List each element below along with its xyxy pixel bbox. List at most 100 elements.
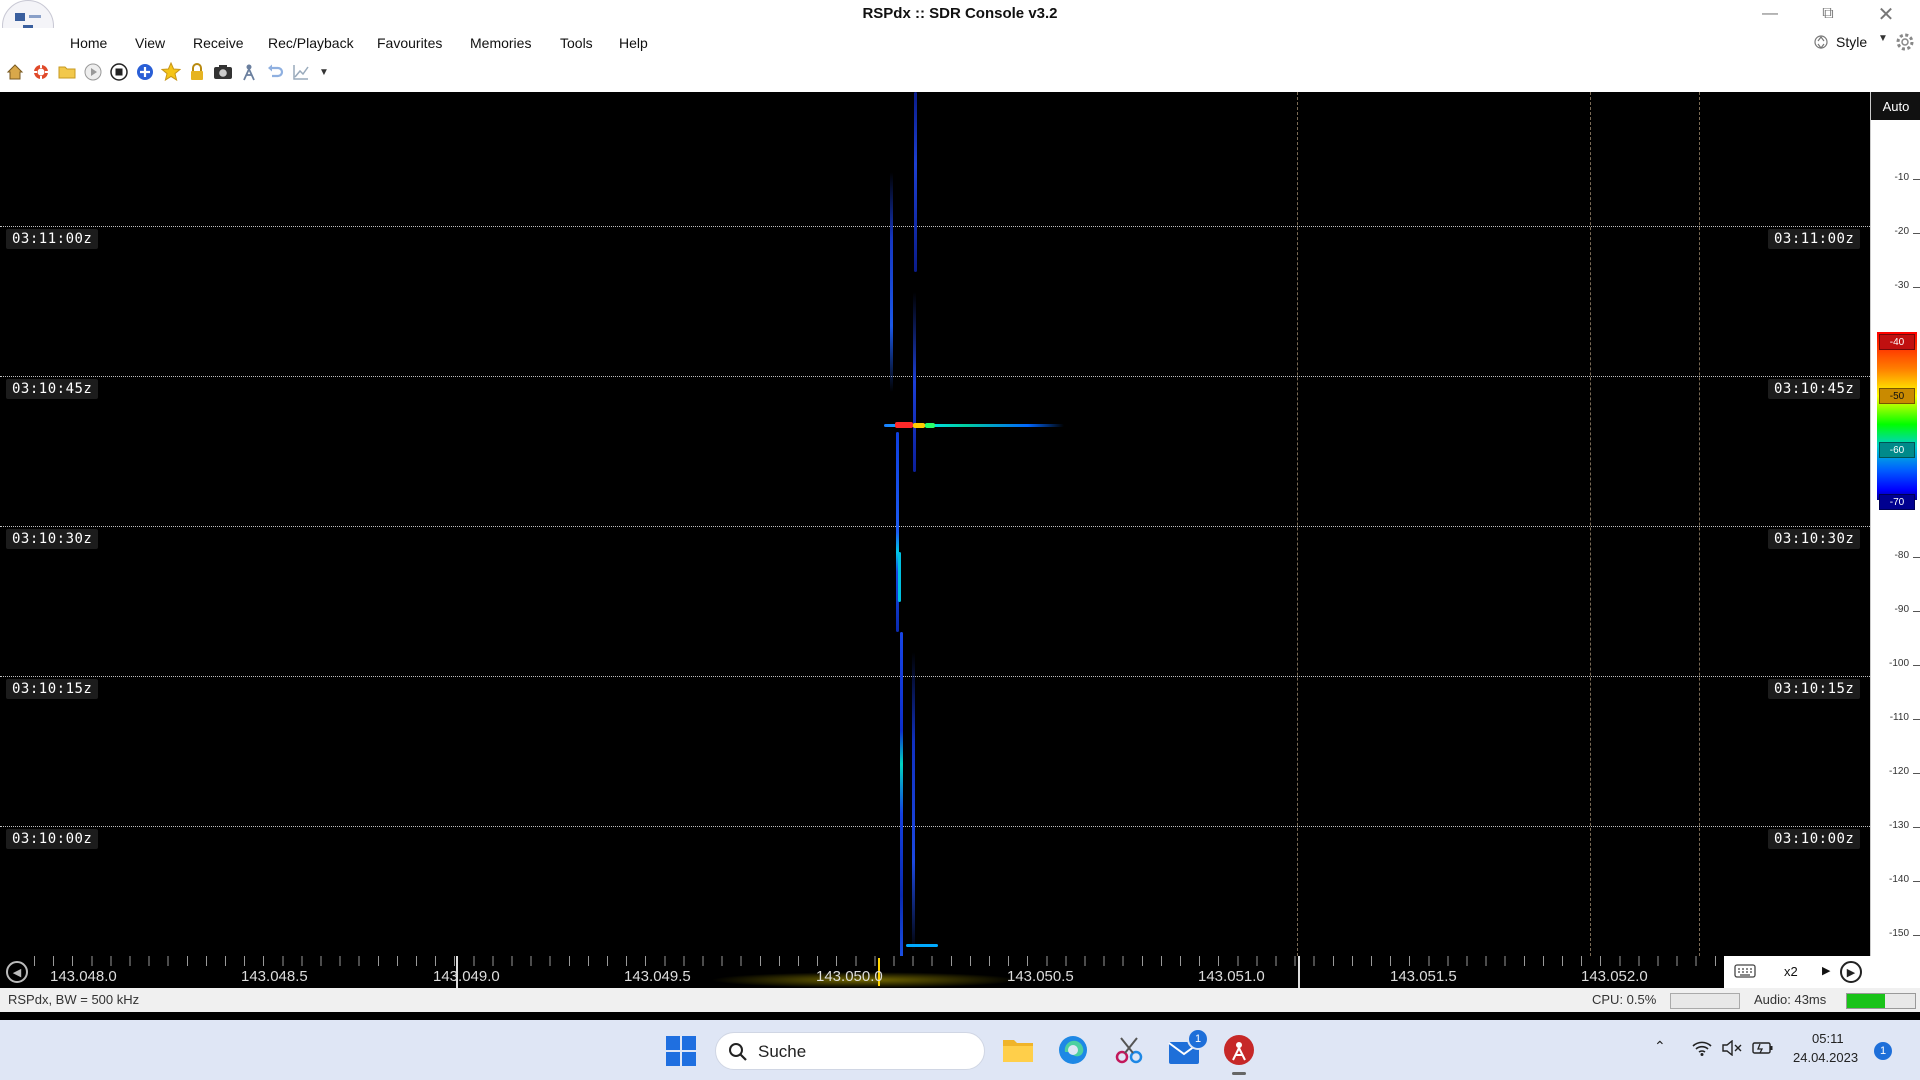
wifi-icon[interactable] [1692, 1040, 1712, 1061]
signal-peak [913, 423, 925, 428]
timestamp-label-right: 03:10:00z [1768, 829, 1861, 849]
timestamp-label-left: 03:11:00z [6, 229, 99, 249]
menu-view[interactable]: View [135, 35, 165, 51]
frequency-label: 143.049.0 [433, 968, 500, 985]
menu-receive[interactable]: Receive [193, 35, 244, 51]
frequency-axis[interactable]: ◀ 143.048.0 143.048.5 143.049.0 143.049.… [0, 956, 1920, 988]
lifebuoy-icon[interactable] [31, 62, 51, 82]
color-scale-bar[interactable] [1877, 332, 1917, 500]
signal-trace [913, 292, 916, 472]
antenna-icon[interactable] [239, 62, 259, 82]
undo-icon[interactable] [265, 62, 285, 82]
db-tick-label: -30 [1894, 280, 1909, 291]
db-tick-label: -10 [1894, 172, 1909, 183]
edge-browser-icon[interactable] [1057, 1034, 1089, 1071]
auto-scale-button[interactable]: Auto [1871, 92, 1920, 120]
db-tick [1913, 665, 1920, 666]
gear-icon[interactable] [1894, 31, 1916, 53]
band-edge-marker [1298, 956, 1300, 988]
chart-icon[interactable] [291, 62, 311, 82]
signal-trace [900, 632, 903, 956]
db-scale: Auto -40 -50 -60 -70 -10 -20 -30 -80 -90… [1870, 92, 1920, 956]
favourite-star-icon[interactable] [161, 62, 181, 82]
chevron-up-icon[interactable]: ⌃ [1654, 1038, 1666, 1055]
menu-rec-playback[interactable]: Rec/Playback [268, 35, 354, 51]
frequency-gridline [1297, 92, 1298, 956]
signal-trace [914, 92, 917, 272]
clock-date[interactable]: 24.04.2023 [1793, 1050, 1858, 1065]
db-tick [1913, 881, 1920, 882]
db-tick [1913, 719, 1920, 720]
signal-trace [896, 432, 899, 632]
menu-tools[interactable]: Tools [560, 35, 593, 51]
signal-trace [890, 172, 893, 392]
db-tick [1913, 773, 1920, 774]
home-icon[interactable] [5, 62, 25, 82]
scroll-updown-icon[interactable] [1814, 32, 1828, 52]
signal-burst [906, 944, 938, 947]
frequency-label: 143.050.5 [1007, 968, 1074, 985]
mail-icon[interactable]: 1 [1168, 1028, 1209, 1071]
signal-trace [912, 652, 915, 952]
frequency-label: 143.052.0 [1581, 968, 1648, 985]
db-tick-label: -20 [1894, 226, 1909, 237]
frequency-label: 143.050.0 [816, 968, 883, 985]
signal-peak [895, 422, 913, 428]
windows-start-icon[interactable] [666, 1036, 696, 1066]
close-icon[interactable]: ✕ [1866, 2, 1906, 26]
speaker-muted-icon[interactable] [1722, 1039, 1742, 1061]
add-icon[interactable] [135, 62, 155, 82]
menu-favourites[interactable]: Favourites [377, 35, 442, 51]
db-tick [1913, 557, 1920, 558]
db-tick [1913, 935, 1920, 936]
search-icon [729, 1043, 747, 1061]
frequency-gridline [1699, 92, 1700, 956]
notification-badge[interactable]: 1 [1874, 1042, 1892, 1060]
lock-icon[interactable] [187, 62, 207, 82]
color-marker[interactable]: -40 [1879, 334, 1915, 350]
db-tick-label: -130 [1888, 820, 1909, 831]
color-marker[interactable]: -50 [1879, 388, 1915, 404]
restore-icon[interactable]: ⧉ [1808, 2, 1848, 26]
menu-home[interactable]: Home [70, 35, 107, 51]
stop-icon[interactable] [109, 62, 129, 82]
audio-meter [1846, 993, 1916, 1009]
db-tick [1913, 827, 1920, 828]
db-tick-label: -140 [1888, 874, 1909, 885]
timestamp-label-right: 03:10:45z [1768, 379, 1861, 399]
frequency-label: 143.049.5 [624, 968, 691, 985]
db-tick [1913, 287, 1920, 288]
db-tick [1913, 611, 1920, 612]
sdr-console-taskbar-icon[interactable] [1223, 1034, 1255, 1071]
timestamp-label-right: 03:10:30z [1768, 529, 1861, 549]
db-tick-label: -90 [1894, 604, 1909, 615]
scroll-left-icon[interactable]: ◀ [6, 961, 28, 983]
scroll-right-icon[interactable]: ▶ [1840, 961, 1862, 983]
taskbar: Suche 1 ⌃ 05:11 24.04.2023 1 [0, 1020, 1920, 1080]
waterfall-display[interactable]: 03:11:00z 03:10:45z 03:10:30z 03:10:15z … [0, 92, 1870, 956]
color-marker[interactable]: -60 [1879, 442, 1915, 458]
db-tick-label: -80 [1894, 550, 1909, 561]
frequency-label: 143.051.0 [1198, 968, 1265, 985]
style-menu-label[interactable]: Style [1836, 34, 1867, 50]
clock-time[interactable]: 05:11 [1812, 1031, 1844, 1046]
minimize-icon[interactable]: — [1750, 2, 1790, 26]
more-dropdown-icon[interactable]: ▼ [318, 62, 330, 82]
zoom-level[interactable]: x2 [1784, 964, 1798, 979]
camera-icon[interactable] [213, 62, 233, 82]
keyboard-icon[interactable] [1734, 963, 1756, 984]
zoom-next-icon[interactable]: ▶ [1822, 964, 1830, 977]
file-explorer-icon[interactable] [1002, 1034, 1034, 1069]
color-marker[interactable]: -70 [1879, 494, 1915, 510]
play-icon[interactable] [83, 62, 103, 82]
menu-memories[interactable]: Memories [470, 35, 531, 51]
battery-icon[interactable] [1752, 1040, 1774, 1061]
db-tick-label: -110 [1889, 712, 1909, 723]
snipping-tool-icon[interactable] [1113, 1034, 1145, 1071]
style-dropdown-icon[interactable]: ▼ [1878, 33, 1888, 44]
taskbar-search[interactable]: Suche [715, 1032, 985, 1070]
menu-help[interactable]: Help [619, 35, 648, 51]
folder-icon[interactable] [57, 62, 77, 82]
audio-meter-fill [1847, 994, 1885, 1008]
toolbar: ▼ [0, 58, 1920, 93]
